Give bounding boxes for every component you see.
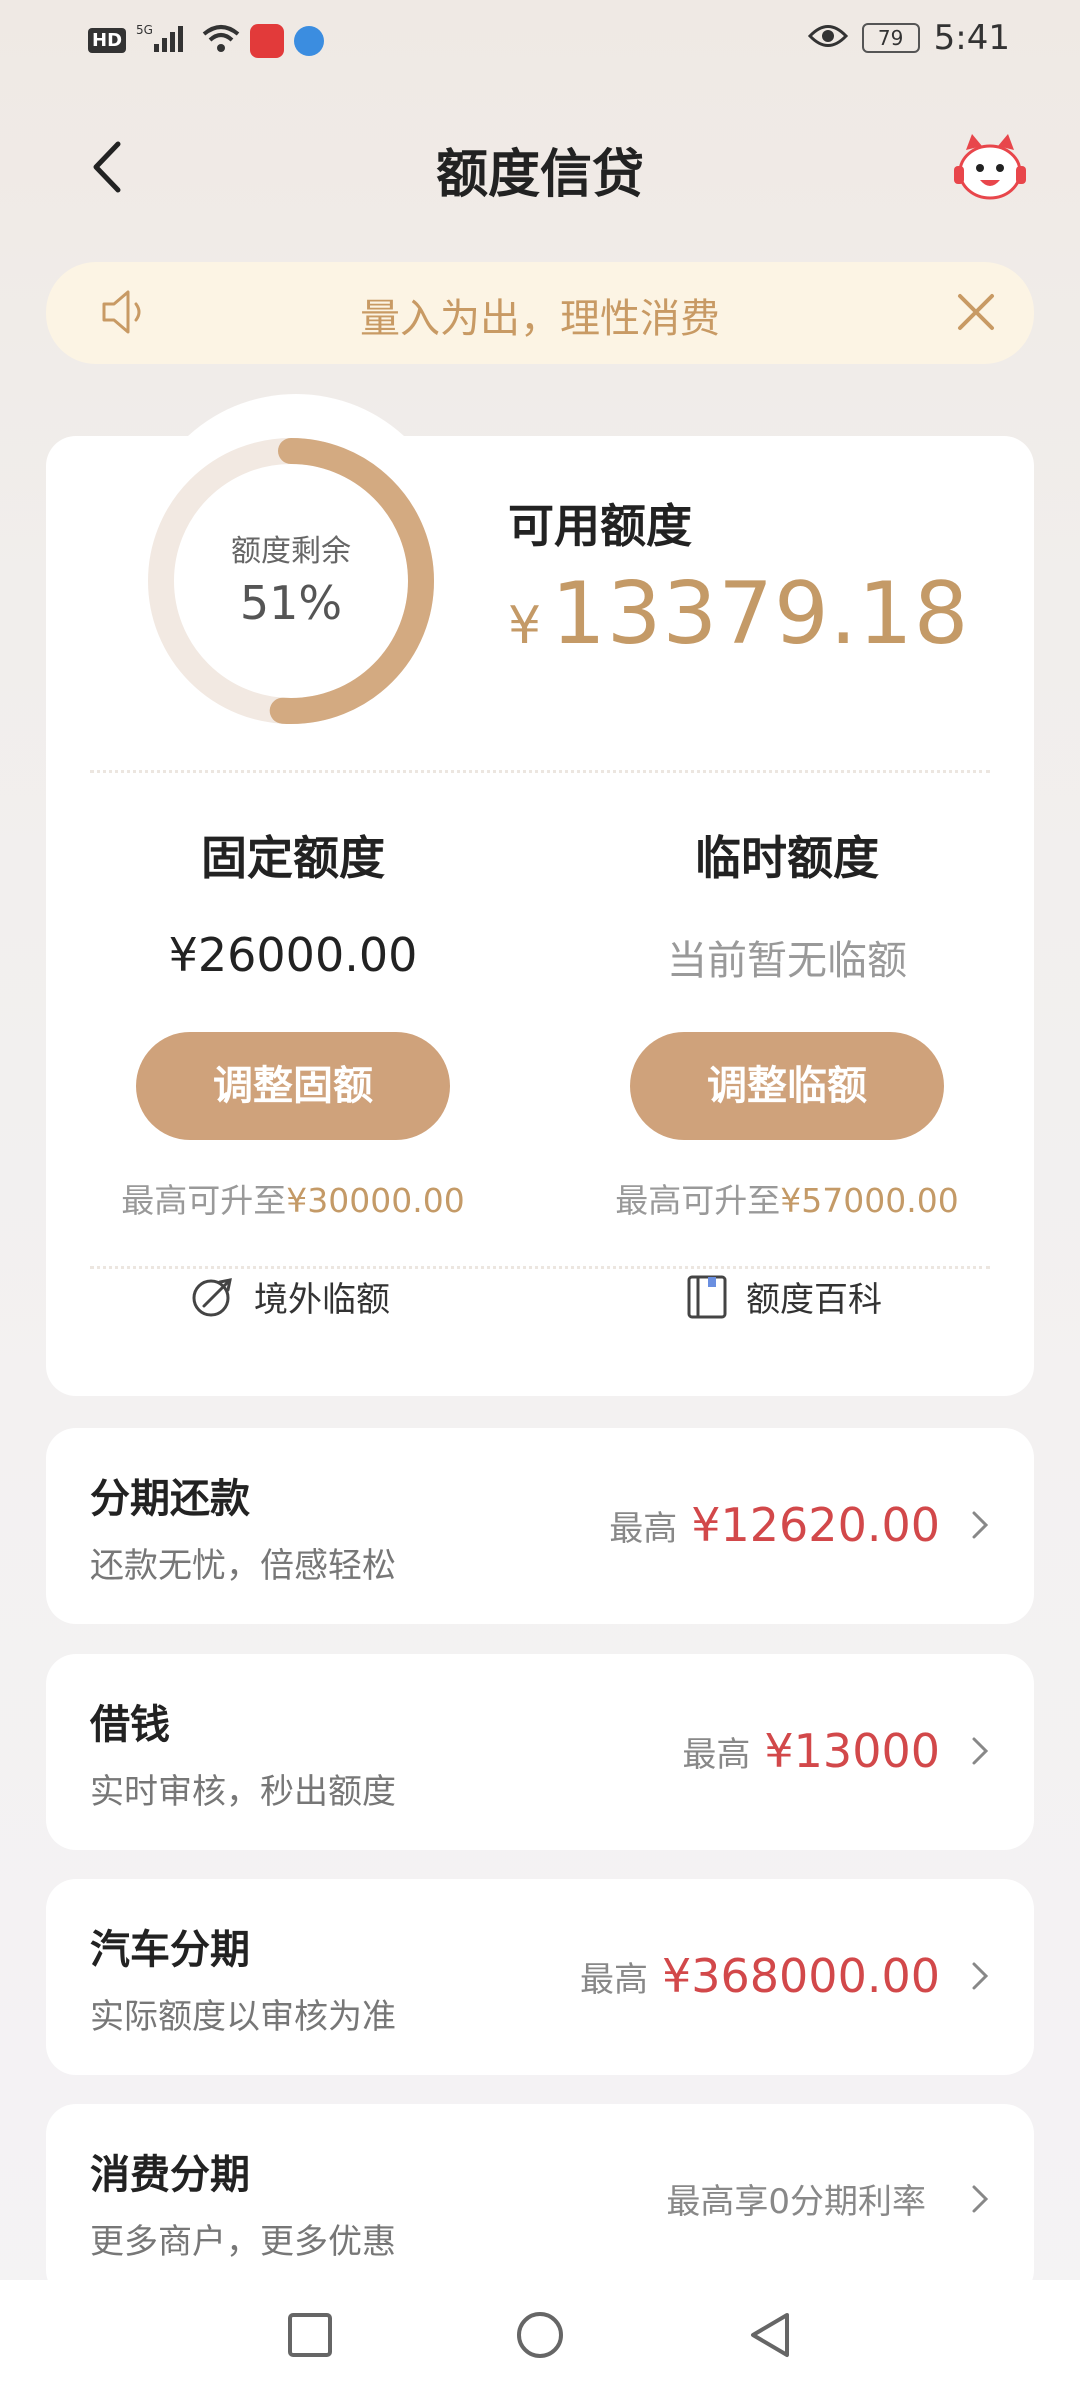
product-title: 消费分期 [90,2152,250,2198]
product-row-borrow[interactable]: 借钱 实时审核，秒出额度 最高 ¥13000 [46,1654,1034,1850]
fixed-credit-title: 固定额度 [201,831,385,885]
product-limit: 最高享0分期利率 [666,2174,990,2223]
chevron-right-icon [972,1511,989,1539]
limit-value: ¥368000.00 [661,1949,940,2003]
page-title: 额度信贷 [435,145,644,205]
browser-notification-icon [294,25,325,56]
back-nav-button[interactable] [745,2310,795,2360]
credit-encyclopedia-label: 额度百科 [746,1280,882,1320]
available-number: 13379.18 [551,564,970,664]
product-title: 汽车分期 [90,1927,250,1973]
product-row-car-installment[interactable]: 汽车分期 实际额度以审核为准 最高 ¥368000.00 [46,1879,1034,2075]
divider [90,1266,990,1269]
product-row-installment-repay[interactable]: 分期还款 还款无忧，倍感轻松 最高 ¥12620.00 [46,1428,1034,1624]
temp-credit-amount: 当前暂无临额 [667,938,907,984]
currency-symbol: ¥ [508,596,542,656]
temp-credit-section: 临时额度 当前暂无临额 调整临额 最高可升至¥57000.00 [540,822,1034,1222]
book-icon [687,1275,727,1318]
product-subtitle: 实时审核，秒出额度 [90,1772,396,1812]
temp-credit-title: 临时额度 [695,831,879,885]
product-limit: 最高 ¥13000 [682,1724,990,1778]
ring-label: 额度剩余 [231,534,351,569]
fixed-credit-amount: ¥26000.00 [168,928,418,982]
product-limit: 最高 ¥368000.00 [580,1949,990,2003]
eye-icon [807,18,848,58]
close-icon [958,294,994,330]
network-label: 5G [136,23,153,37]
status-bar: HD 5G 79 5:41 [0,0,1080,80]
mascot-icon [954,134,1026,200]
wifi-icon [202,24,240,58]
chevron-right-icon [972,1737,989,1765]
fixed-credit-section: 固定额度 ¥26000.00 调整固额 最高可升至¥30000.00 [46,822,540,1222]
home-button[interactable] [515,2310,565,2360]
limit-prefix: 最高 [682,1734,751,1775]
hint-value: ¥30000.00 [286,1181,465,1220]
recents-button[interactable] [285,2310,335,2360]
adjust-fixed-button[interactable]: 调整固额 [136,1032,450,1140]
adjust-temp-button[interactable]: 调整临额 [630,1032,944,1140]
limit-value: ¥12620.00 [691,1498,940,1552]
nav-bar: 额度信贷 [0,110,1080,220]
clock: 5:41 [933,18,1010,58]
limit-prefix: 最高 [579,1959,648,2000]
limit-value: ¥13000 [764,1724,940,1778]
divider [90,770,990,773]
notice-banner: 量入为出，理性消费 [46,262,1034,364]
available-amount: ¥13379.18 [508,564,969,664]
limit-prefix: 最高享0分期利率 [666,2182,926,2222]
credit-card: 额度剩余 51% 可用额度 ¥13379.18 固定额度 ¥26000.00 调… [46,394,1034,1396]
product-row-consumer-installment[interactable]: 消费分期 更多商户，更多优惠 最高享0分期利率 [46,2104,1034,2300]
overseas-credit-link[interactable]: 境外临额 [190,1272,390,1321]
hint-value: ¥57000.00 [780,1181,959,1220]
notice-text: 量入为出，理性消费 [360,296,720,342]
mascot-service-button[interactable] [950,128,1030,208]
product-subtitle: 还款无忧，倍感轻松 [90,1546,396,1586]
hint-prefix: 最高可升至 [615,1181,781,1220]
system-nav-bar [0,2280,1080,2400]
chevron-right-icon [972,1962,989,1990]
overseas-credit-label: 境外临额 [254,1280,390,1320]
hint-prefix: 最高可升至 [121,1181,287,1220]
product-subtitle: 更多商户，更多优惠 [90,2222,396,2262]
ring-percent: 51% [239,576,343,630]
product-title: 借钱 [90,1702,170,1748]
available-label: 可用额度 [508,499,692,553]
chevron-right-icon [972,2185,989,2212]
plane-globe-icon [192,1277,232,1316]
temp-credit-hint: 最高可升至¥57000.00 [540,1174,1034,1222]
credit-encyclopedia-link[interactable]: 额度百科 [686,1272,882,1321]
product-subtitle: 实际额度以审核为准 [90,1997,396,2037]
product-limit: 最高 ¥12620.00 [609,1498,990,1552]
fixed-credit-hint: 最高可升至¥30000.00 [46,1174,540,1222]
app-notification-icon [250,23,285,58]
hd-icon: HD [88,28,127,53]
close-notice-button[interactable] [956,292,996,336]
limit-prefix: 最高 [609,1508,678,1549]
battery-icon: 79 [861,23,920,53]
product-title: 分期还款 [90,1476,250,1522]
signal-icon: 5G [136,22,192,59]
